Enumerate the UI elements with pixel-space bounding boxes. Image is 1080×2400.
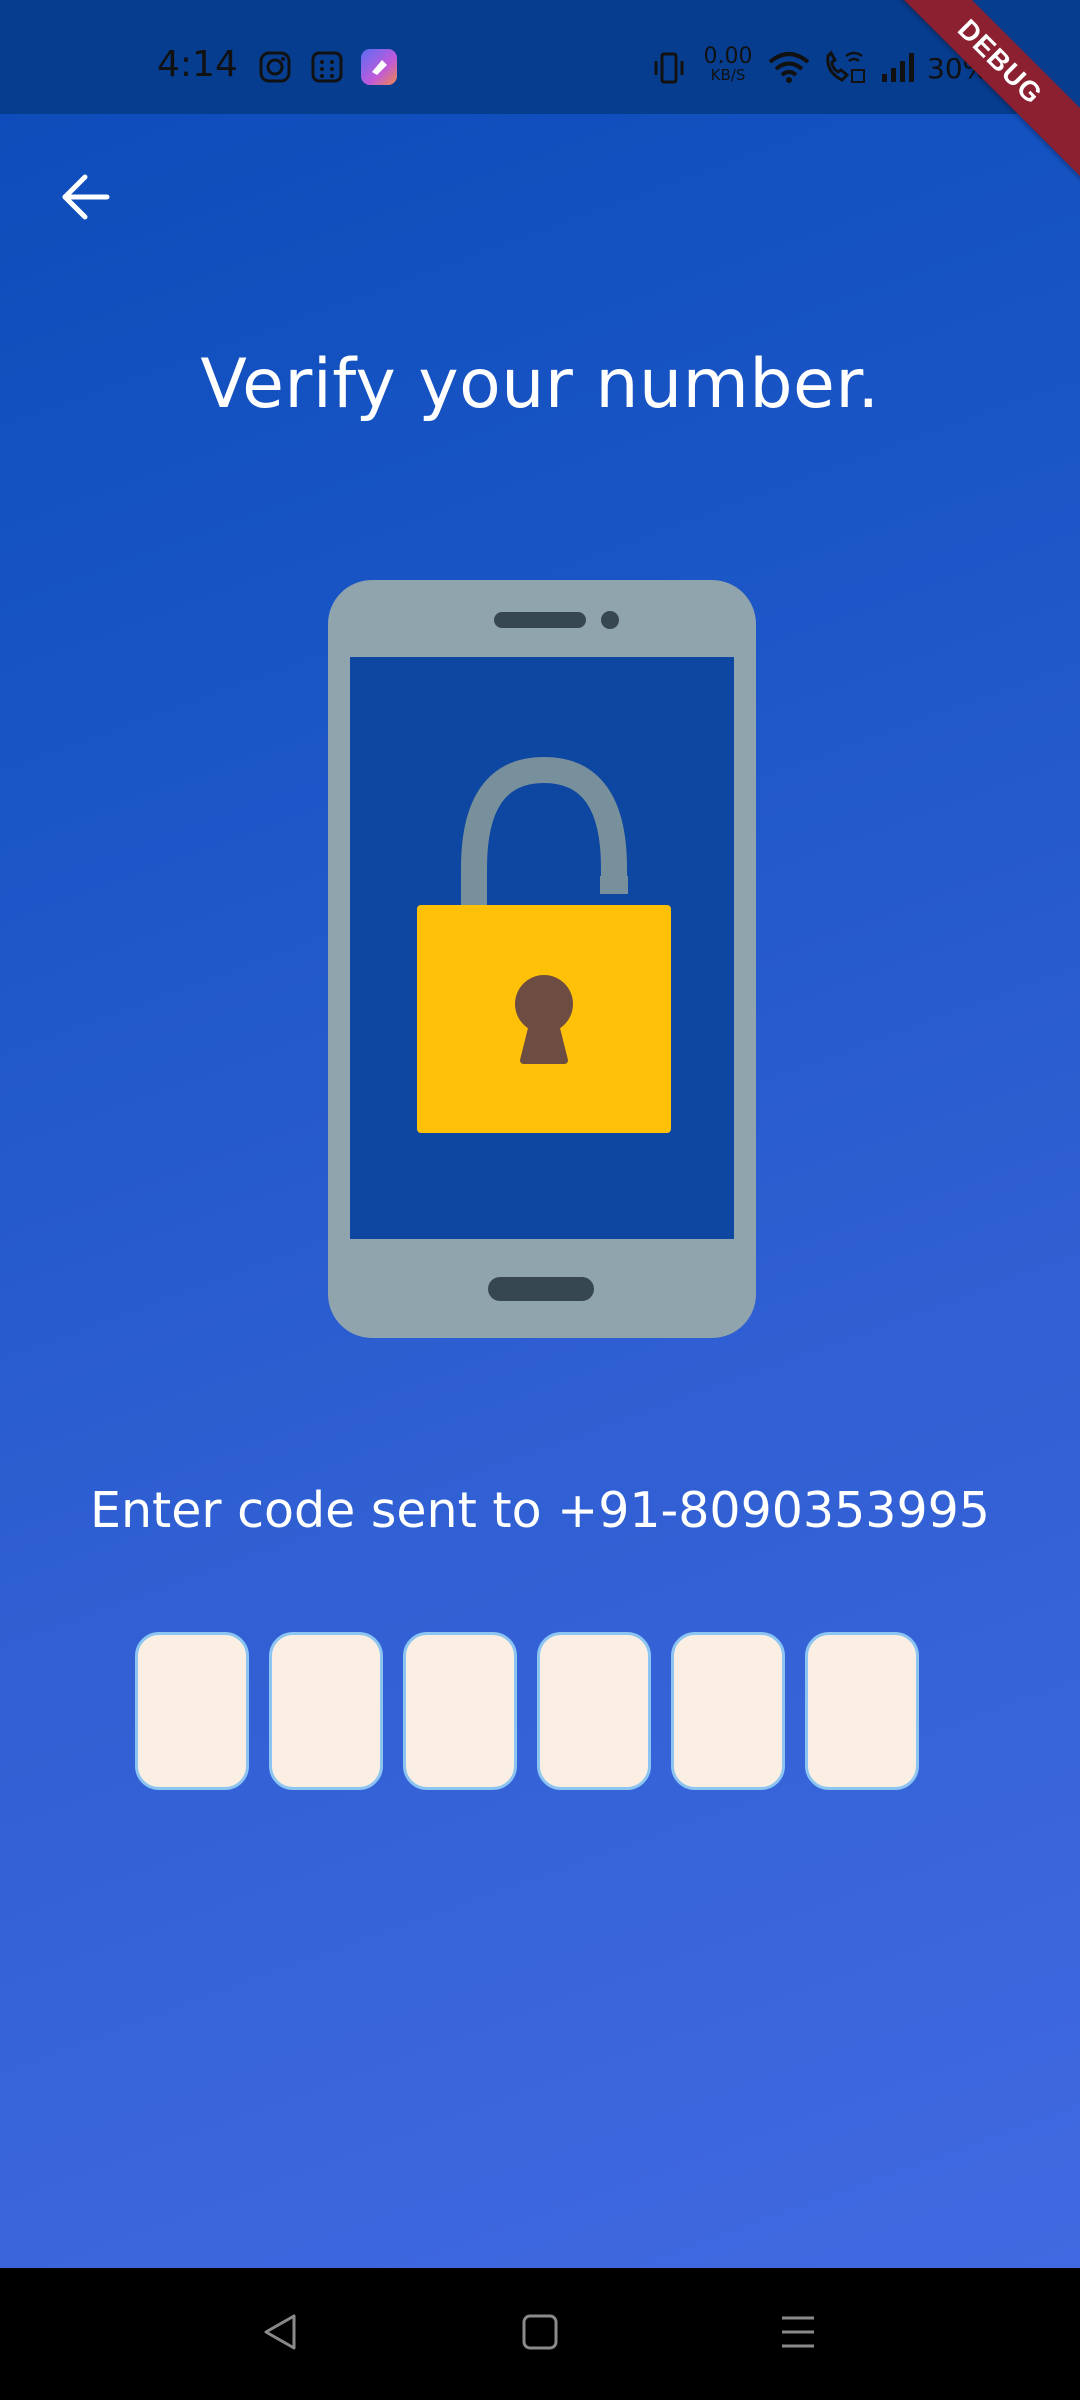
back-triangle-icon xyxy=(258,2310,302,2358)
vibrate-icon xyxy=(652,52,686,88)
nav-back-button[interactable] xyxy=(242,2296,318,2372)
calculator-icon xyxy=(310,50,344,88)
otp-digit-2[interactable] xyxy=(269,1632,383,1790)
instagram-icon xyxy=(258,50,292,88)
otp-input-row xyxy=(135,1632,945,1796)
status-bar: 4:14 0.00 KB/S 30% xyxy=(0,0,1080,114)
otp-digit-4[interactable] xyxy=(537,1632,651,1790)
phone-unlock-icon xyxy=(324,580,758,1340)
navigation-bar xyxy=(0,2268,1080,2400)
back-button[interactable] xyxy=(50,164,120,234)
otp-digit-6[interactable] xyxy=(805,1632,919,1790)
menu-lines-icon xyxy=(776,2310,820,2358)
otp-digit-1[interactable] xyxy=(135,1632,249,1790)
otp-digit-3[interactable] xyxy=(403,1632,517,1790)
nav-recents-button[interactable] xyxy=(760,2296,836,2372)
net-speed: 0.00 KB/S xyxy=(698,44,758,85)
arrow-left-icon xyxy=(57,169,113,229)
page-title: Verify your number. xyxy=(200,345,880,424)
code-sent-text: Enter code sent to +91-8090353995 xyxy=(90,1482,990,1539)
net-speed-value: 0.00 xyxy=(703,44,753,69)
home-square-icon xyxy=(518,2310,562,2358)
otp-digit-5[interactable] xyxy=(671,1632,785,1790)
status-time: 4:14 xyxy=(157,44,238,85)
app-icon xyxy=(360,48,398,90)
wifi-call-icon xyxy=(822,50,866,90)
app-screen: 4:14 0.00 KB/S 30% DEBUG Verify your num… xyxy=(0,0,1080,2268)
wifi-icon xyxy=(768,50,810,88)
signal-icon xyxy=(880,50,916,88)
nav-home-button[interactable] xyxy=(502,2296,578,2372)
